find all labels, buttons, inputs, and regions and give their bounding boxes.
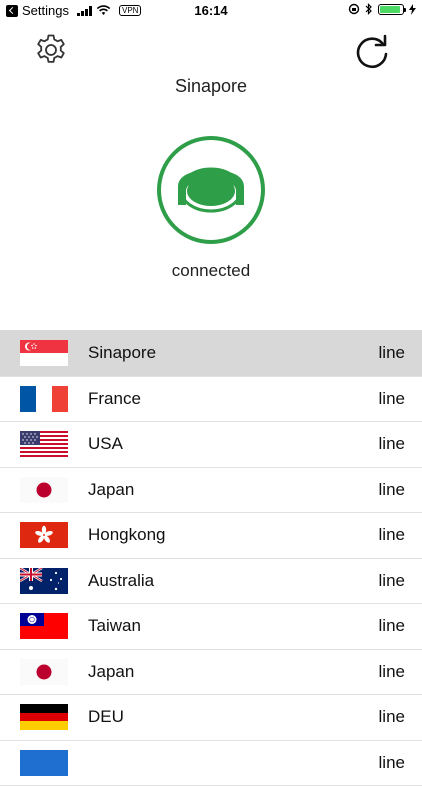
battery-level xyxy=(380,6,400,13)
server-status: line xyxy=(379,480,405,500)
server-row[interactable]: USA line xyxy=(0,422,422,468)
gear-icon xyxy=(33,32,69,68)
server-status: line xyxy=(379,707,405,727)
status-bar-right xyxy=(348,3,416,15)
server-name: USA xyxy=(88,434,123,454)
server-status: line xyxy=(379,662,405,682)
connect-toggle-button[interactable] xyxy=(156,135,266,245)
refresh-button[interactable] xyxy=(352,32,392,72)
server-row[interactable]: DEU line xyxy=(0,695,422,741)
server-name: France xyxy=(88,389,141,409)
server-status: line xyxy=(379,343,405,363)
battery-icon xyxy=(378,4,404,15)
server-row[interactable]: France line xyxy=(0,377,422,423)
server-row[interactable]: line xyxy=(0,741,422,786)
settings-button[interactable] xyxy=(33,32,69,68)
connect-power-icon xyxy=(156,135,266,245)
server-row[interactable]: Taiwan line xyxy=(0,604,422,650)
server-name: Japan xyxy=(88,480,134,500)
server-name: Japan xyxy=(88,662,134,682)
bluetooth-icon xyxy=(365,3,373,15)
server-name: Sinapore xyxy=(88,343,156,363)
server-name: Australia xyxy=(88,571,154,591)
flag-partial-icon xyxy=(20,750,68,776)
flag-japan-icon xyxy=(20,477,68,503)
server-list: Sinapore line France line USA line Japan… xyxy=(0,330,422,786)
flag-germany-icon xyxy=(20,704,68,730)
rotation-lock-icon xyxy=(348,3,360,15)
charging-bolt-icon xyxy=(409,4,416,15)
server-row[interactable]: Japan line xyxy=(0,650,422,696)
flag-singapore-icon xyxy=(20,340,68,366)
server-name: Taiwan xyxy=(88,616,141,636)
server-status: line xyxy=(379,389,405,409)
server-row[interactable]: Australia line xyxy=(0,559,422,605)
flag-usa-icon xyxy=(20,431,68,457)
server-row[interactable]: Sinapore line xyxy=(0,331,422,377)
server-status: line xyxy=(379,525,405,545)
current-location-title: Sinapore xyxy=(0,76,422,97)
server-name: DEU xyxy=(88,707,124,727)
server-status: line xyxy=(379,753,405,773)
refresh-icon xyxy=(352,32,392,72)
server-row[interactable]: Japan line xyxy=(0,468,422,514)
flag-france-icon xyxy=(20,386,68,412)
server-status: line xyxy=(379,434,405,454)
flag-japan-icon xyxy=(20,659,68,685)
connection-status-text: connected xyxy=(0,261,422,281)
server-status: line xyxy=(379,571,405,591)
status-bar: Settings VPN 16:14 xyxy=(0,0,422,22)
server-row[interactable]: Hongkong line xyxy=(0,513,422,559)
flag-australia-icon xyxy=(20,568,68,594)
flag-taiwan-icon xyxy=(20,613,68,639)
flag-hongkong-icon xyxy=(20,522,68,548)
server-status: line xyxy=(379,616,405,636)
server-name: Hongkong xyxy=(88,525,166,545)
